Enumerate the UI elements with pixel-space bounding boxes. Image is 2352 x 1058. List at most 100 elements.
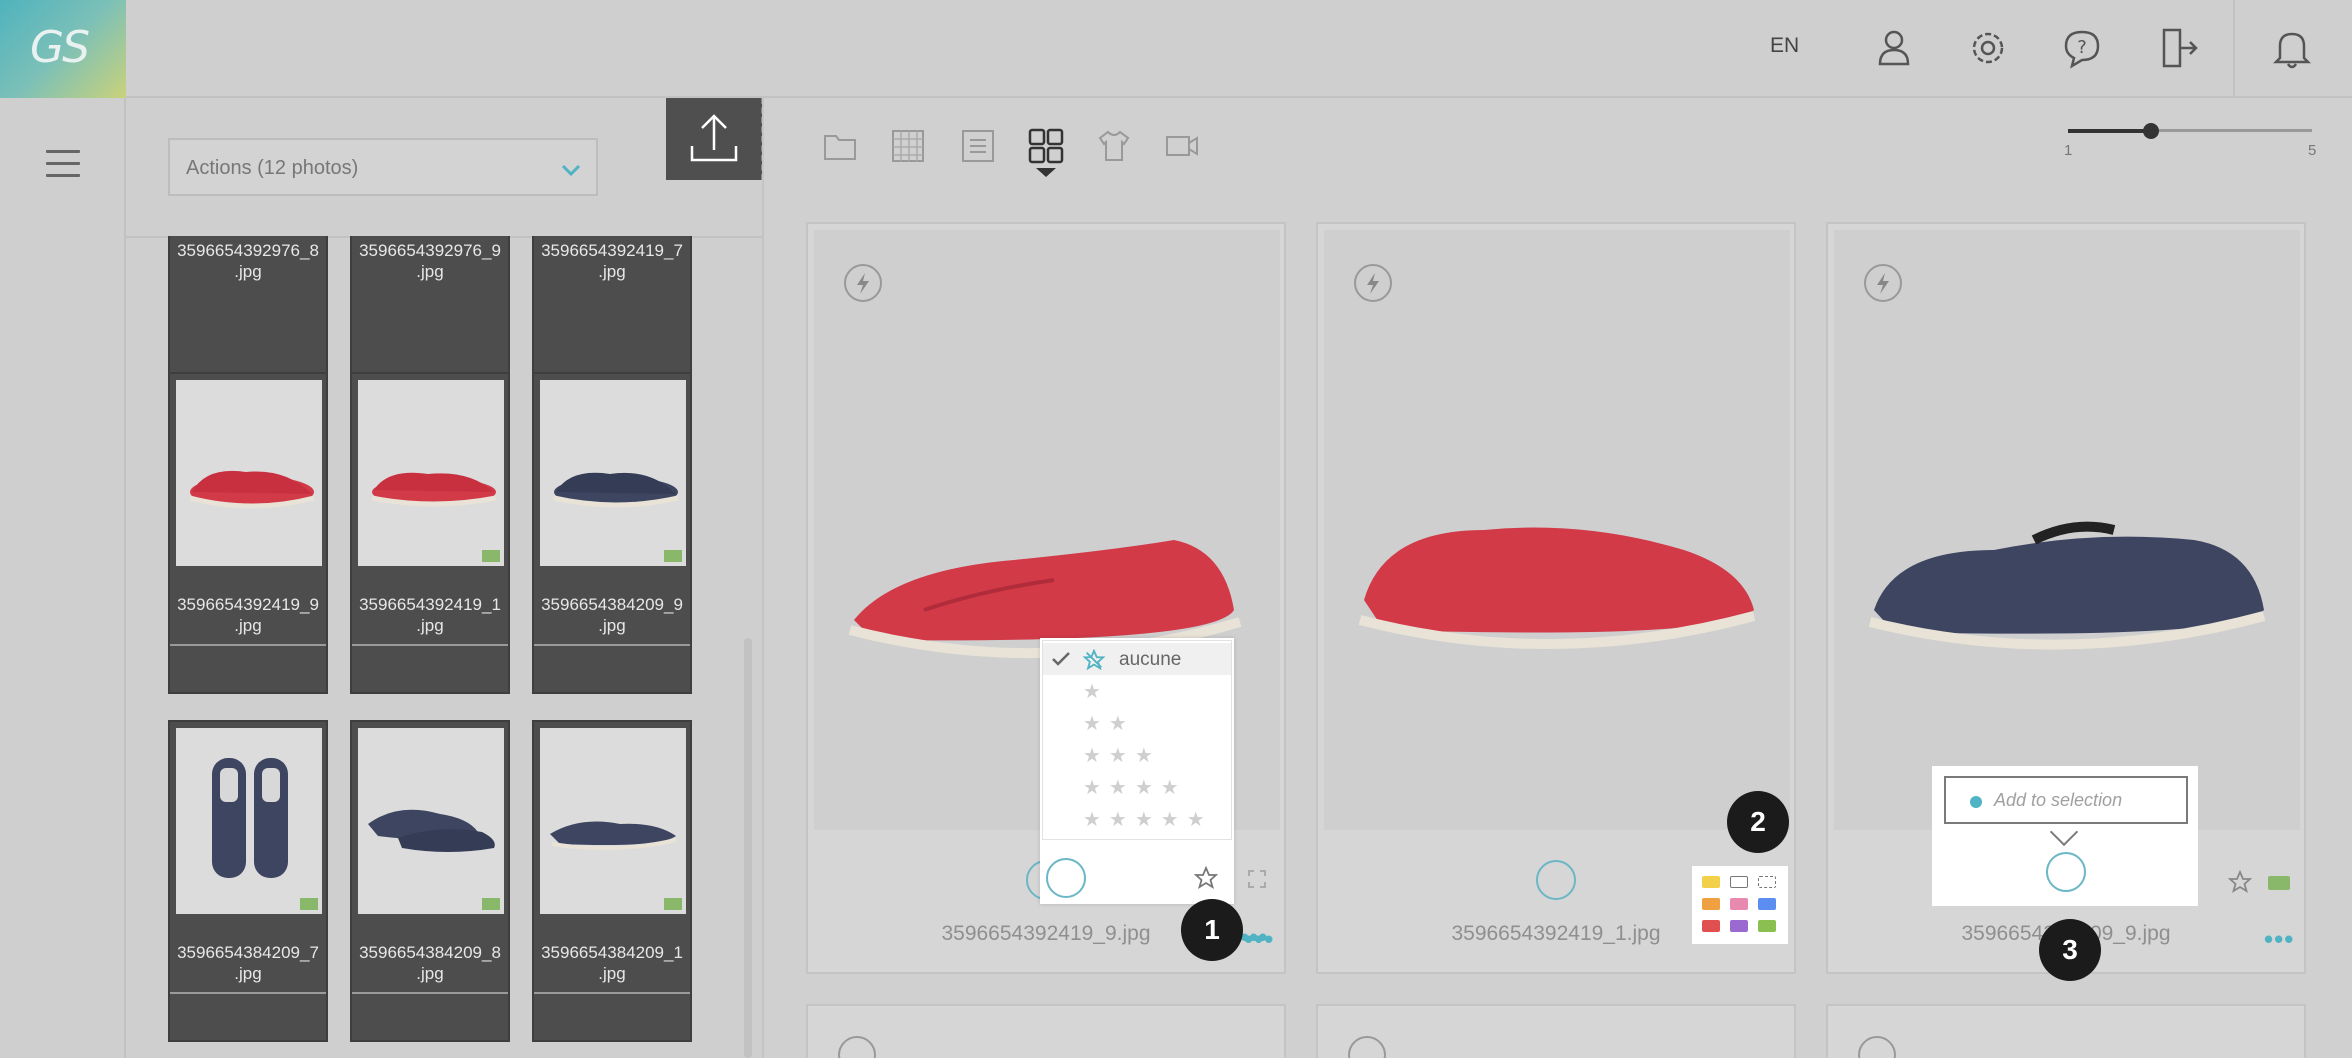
thumbnail-card[interactable]: 3596654384209_9 .jpg xyxy=(532,372,692,694)
zoom-slider-max: 5 xyxy=(2308,142,2317,159)
photo-card[interactable] xyxy=(806,1004,1286,1058)
rating-options: aucune ★ ★★ ★★★ ★★★★ ★★★★★ xyxy=(1042,640,1232,840)
color-swatch-orange[interactable] xyxy=(1702,898,1720,910)
rating-option-label: aucune xyxy=(1119,649,1182,670)
thumbnail-filename: 3596654392419_9 .jpg xyxy=(177,595,319,635)
rating-star-icon[interactable] xyxy=(2228,870,2252,894)
logout-icon[interactable] xyxy=(2154,24,2202,72)
bolt-icon[interactable] xyxy=(1348,1036,1386,1058)
color-tag-empty-icon[interactable] xyxy=(1248,870,1266,888)
thumbnail-card[interactable]: 3596654384209_7 .jpg xyxy=(168,720,328,1042)
selection-dot xyxy=(1970,796,1982,808)
callout-badge-2: 2 xyxy=(1727,791,1789,853)
rating-option-1[interactable]: ★ xyxy=(1043,675,1231,707)
star-icon: ★★★★ xyxy=(1083,777,1187,799)
upload-icon xyxy=(690,114,738,162)
color-swatch-white[interactable] xyxy=(1730,876,1748,888)
thumbnail-image xyxy=(540,380,686,566)
actions-dropdown[interactable]: Actions (12 photos) xyxy=(168,138,558,196)
selection-popup: Add to selection xyxy=(1932,766,2198,906)
color-tag xyxy=(664,550,682,562)
grid-large-icon[interactable] xyxy=(1028,128,1064,164)
rating-option-4[interactable]: ★★★★ xyxy=(1043,771,1231,803)
menu-icon[interactable] xyxy=(46,150,80,186)
user-icon[interactable] xyxy=(1870,24,1918,72)
actions-dropdown-toggle[interactable] xyxy=(544,138,598,196)
thumbnail-meta xyxy=(534,992,690,1040)
thumbnail-card[interactable]: 3596654392419_1 .jpg xyxy=(350,372,510,694)
thumbnail-card[interactable]: 3596654384209_1 .jpg xyxy=(532,720,692,1042)
photo-card[interactable]: 3596654392419_1.jpg xyxy=(1316,222,1796,974)
active-view-caret xyxy=(1036,168,1056,177)
thumbnail-image xyxy=(358,380,504,566)
select-circle[interactable] xyxy=(1046,858,1086,898)
thumbnail-meta xyxy=(352,644,508,692)
bolt-icon[interactable] xyxy=(1864,264,1902,302)
thumbnail-filename: 3596654392976_9 .jpg xyxy=(359,241,501,281)
rating-option-3[interactable]: ★★★ xyxy=(1043,739,1231,771)
left-nav-rail xyxy=(0,98,126,1058)
app-logo[interactable]: GS xyxy=(0,0,126,98)
select-circle[interactable] xyxy=(2046,852,2086,892)
help-icon[interactable]: ? xyxy=(2058,24,2106,72)
list-icon[interactable] xyxy=(960,128,996,164)
actions-label: Actions (12 photos) xyxy=(186,157,359,179)
bolt-icon[interactable] xyxy=(838,1036,876,1058)
photo-card[interactable] xyxy=(1316,1004,1796,1058)
add-to-selection-input[interactable]: Add to selection xyxy=(1944,776,2188,824)
zoom-slider-fill xyxy=(2068,129,2151,133)
thumbnail-filename: 3596654384209_7 .jpg xyxy=(177,943,319,983)
color-swatch-blue[interactable] xyxy=(1758,898,1776,910)
photo-panel: Actions (12 photos) 3596654392976_8 .jpg … xyxy=(126,98,764,1058)
folder-icon[interactable] xyxy=(822,128,858,164)
photo-image xyxy=(1834,230,2300,830)
star-icon: ★★★ xyxy=(1083,745,1161,767)
bell-icon[interactable] xyxy=(2268,24,2316,72)
color-tag xyxy=(482,550,500,562)
rating-option-none[interactable]: aucune xyxy=(1043,643,1231,675)
thumbnail-filename: 3596654384209_1 .jpg xyxy=(541,943,683,983)
color-swatch-pink[interactable] xyxy=(1730,898,1748,910)
logo-text: GS xyxy=(30,22,90,73)
color-swatch-green[interactable] xyxy=(1758,920,1776,932)
thumbnail-card[interactable]: 3596654384209_8 .jpg xyxy=(350,720,510,1042)
grid-small-icon[interactable] xyxy=(890,128,926,164)
thumbnail-filename: 3596654384209_8 .jpg xyxy=(359,943,501,983)
color-swatch-purple[interactable] xyxy=(1730,920,1748,932)
callout-badge-3: 3 xyxy=(2039,919,2101,981)
upload-button[interactable] xyxy=(666,98,762,180)
no-rating-star-icon xyxy=(1083,649,1105,671)
star-icon: ★★★★★ xyxy=(1083,809,1213,831)
color-swatch-yellow[interactable] xyxy=(1702,876,1720,888)
color-swatch-none[interactable] xyxy=(1758,876,1776,888)
color-tag[interactable] xyxy=(2268,876,2290,890)
video-icon[interactable] xyxy=(1164,128,1200,164)
panel-scrollbar[interactable] xyxy=(744,638,752,1058)
product-icon[interactable] xyxy=(1096,128,1132,164)
more-icon[interactable]: ••• xyxy=(2264,924,2294,955)
color-swatch-red[interactable] xyxy=(1702,920,1720,932)
chevron-down-icon xyxy=(561,164,581,177)
check-icon xyxy=(1052,652,1070,666)
bolt-icon[interactable] xyxy=(844,264,882,302)
bolt-icon[interactable] xyxy=(1858,1036,1896,1058)
rating-popup: aucune ★ ★★ ★★★ ★★★★ ★★★★★ xyxy=(1040,638,1234,904)
rating-option-2[interactable]: ★★ xyxy=(1043,707,1231,739)
photo-card[interactable] xyxy=(1826,1004,2306,1058)
callout-badge-1: 1 xyxy=(1181,899,1243,961)
header-separator xyxy=(2233,0,2235,98)
zoom-slider-handle[interactable] xyxy=(2142,123,2159,139)
thumbnail-card[interactable]: 3596654392419_9 .jpg xyxy=(168,372,328,694)
select-circle[interactable] xyxy=(1536,860,1576,900)
bolt-icon[interactable] xyxy=(1354,264,1392,302)
more-icon[interactable]: ••• xyxy=(1240,922,1267,953)
thumbnail-filename: 3596654392419_7 .jpg xyxy=(541,241,683,281)
star-icon: ★★ xyxy=(1083,713,1135,735)
rating-option-5[interactable]: ★★★★★ xyxy=(1043,803,1231,835)
color-tag-popup xyxy=(1692,866,1788,944)
thumbnail-image xyxy=(358,728,504,914)
settings-icon[interactable] xyxy=(1964,24,2012,72)
language-selector[interactable]: EN xyxy=(1770,34,1799,58)
rating-star-icon[interactable] xyxy=(1194,866,1218,890)
color-tag xyxy=(482,898,500,910)
